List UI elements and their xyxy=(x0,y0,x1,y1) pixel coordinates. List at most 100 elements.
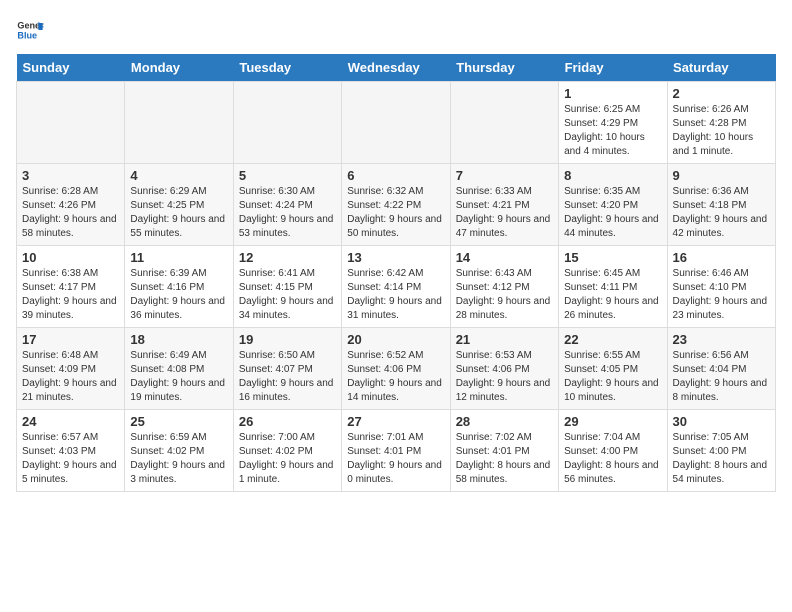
day-cell: 23 Sunrise: 6:56 AM Sunset: 4:04 PM Dayli… xyxy=(667,328,775,410)
day-info: Sunrise: 6:57 AM Sunset: 4:03 PM Dayligh… xyxy=(22,431,119,487)
day-number: 29 xyxy=(564,414,661,429)
week-row-4: 17 Sunrise: 6:48 AM Sunset: 4:09 PM Dayli… xyxy=(17,328,776,410)
day-cell: 24 Sunrise: 6:57 AM Sunset: 4:03 PM Dayli… xyxy=(17,410,125,492)
day-info: Sunrise: 6:56 AM Sunset: 4:04 PM Dayligh… xyxy=(673,349,770,405)
day-number: 24 xyxy=(22,414,119,429)
day-info: Sunrise: 6:32 AM Sunset: 4:22 PM Dayligh… xyxy=(347,185,444,241)
day-info: Sunrise: 7:01 AM Sunset: 4:01 PM Dayligh… xyxy=(347,431,444,487)
day-cell xyxy=(125,82,233,164)
day-cell: 11 Sunrise: 6:39 AM Sunset: 4:16 PM Dayli… xyxy=(125,246,233,328)
day-number: 6 xyxy=(347,168,444,183)
day-cell: 25Sunrise: 6:59 AM Sunset: 4:02 PM Dayli… xyxy=(125,410,233,492)
week-row-1: 1 Sunrise: 6:25 AM Sunset: 4:29 PM Daylig… xyxy=(17,82,776,164)
day-number: 3 xyxy=(22,168,119,183)
day-cell: 29 Sunrise: 7:04 AM Sunset: 4:00 PM Dayli… xyxy=(559,410,667,492)
day-cell: 20 Sunrise: 6:52 AM Sunset: 4:06 PM Dayli… xyxy=(342,328,450,410)
day-cell: 18 Sunrise: 6:49 AM Sunset: 4:08 PM Dayli… xyxy=(125,328,233,410)
day-number: 12 xyxy=(239,250,336,265)
week-row-3: 10 Sunrise: 6:38 AM Sunset: 4:17 PM Dayli… xyxy=(17,246,776,328)
day-cell: 26Sunrise: 7:00 AM Sunset: 4:02 PM Dayli… xyxy=(233,410,341,492)
day-info: Sunrise: 6:48 AM Sunset: 4:09 PM Dayligh… xyxy=(22,349,119,405)
day-info: Sunrise: 6:25 AM Sunset: 4:29 PM Dayligh… xyxy=(564,103,661,159)
day-cell: 22 Sunrise: 6:55 AM Sunset: 4:05 PM Dayli… xyxy=(559,328,667,410)
day-info: Sunrise: 6:55 AM Sunset: 4:05 PM Dayligh… xyxy=(564,349,661,405)
day-info: Sunrise: 6:59 AM Sunset: 4:02 PM Dayligh… xyxy=(130,431,227,487)
day-number: 10 xyxy=(22,250,119,265)
day-info: Sunrise: 6:38 AM Sunset: 4:17 PM Dayligh… xyxy=(22,267,119,323)
col-header-tuesday: Tuesday xyxy=(233,54,341,82)
calendar-table: SundayMondayTuesdayWednesdayThursdayFrid… xyxy=(16,54,776,492)
day-cell: 5 Sunrise: 6:30 AM Sunset: 4:24 PM Daylig… xyxy=(233,164,341,246)
day-info: Sunrise: 6:43 AM Sunset: 4:12 PM Dayligh… xyxy=(456,267,553,323)
day-info: Sunrise: 7:02 AM Sunset: 4:01 PM Dayligh… xyxy=(456,431,553,487)
day-cell: 16 Sunrise: 6:46 AM Sunset: 4:10 PM Dayli… xyxy=(667,246,775,328)
day-number: 7 xyxy=(456,168,553,183)
day-number: 1 xyxy=(564,86,661,101)
day-info: Sunrise: 6:46 AM Sunset: 4:10 PM Dayligh… xyxy=(673,267,770,323)
col-header-friday: Friday xyxy=(559,54,667,82)
day-number: 4 xyxy=(130,168,227,183)
day-info: Sunrise: 6:29 AM Sunset: 4:25 PM Dayligh… xyxy=(130,185,227,241)
col-header-monday: Monday xyxy=(125,54,233,82)
day-number: 2 xyxy=(673,86,770,101)
day-info: Sunrise: 6:45 AM Sunset: 4:11 PM Dayligh… xyxy=(564,267,661,323)
col-header-sunday: Sunday xyxy=(17,54,125,82)
day-number: 5 xyxy=(239,168,336,183)
week-row-2: 3 Sunrise: 6:28 AM Sunset: 4:26 PM Daylig… xyxy=(17,164,776,246)
day-info: Sunrise: 6:52 AM Sunset: 4:06 PM Dayligh… xyxy=(347,349,444,405)
day-number: 15 xyxy=(564,250,661,265)
day-number: 20 xyxy=(347,332,444,347)
day-cell: 28 Sunrise: 7:02 AM Sunset: 4:01 PM Dayli… xyxy=(450,410,558,492)
day-info: Sunrise: 6:50 AM Sunset: 4:07 PM Dayligh… xyxy=(239,349,336,405)
day-number: 23 xyxy=(673,332,770,347)
week-row-5: 24 Sunrise: 6:57 AM Sunset: 4:03 PM Dayli… xyxy=(17,410,776,492)
day-cell: 21 Sunrise: 6:53 AM Sunset: 4:06 PM Dayli… xyxy=(450,328,558,410)
day-cell: 14 Sunrise: 6:43 AM Sunset: 4:12 PM Dayli… xyxy=(450,246,558,328)
day-number: 11 xyxy=(130,250,227,265)
day-cell: 10 Sunrise: 6:38 AM Sunset: 4:17 PM Dayli… xyxy=(17,246,125,328)
day-number: 22 xyxy=(564,332,661,347)
day-info: Sunrise: 6:39 AM Sunset: 4:16 PM Dayligh… xyxy=(130,267,227,323)
day-cell: 19Sunrise: 6:50 AM Sunset: 4:07 PM Dayli… xyxy=(233,328,341,410)
day-cell xyxy=(342,82,450,164)
day-info: Sunrise: 6:30 AM Sunset: 4:24 PM Dayligh… xyxy=(239,185,336,241)
day-number: 28 xyxy=(456,414,553,429)
day-cell: 1 Sunrise: 6:25 AM Sunset: 4:29 PM Daylig… xyxy=(559,82,667,164)
day-cell: 3 Sunrise: 6:28 AM Sunset: 4:26 PM Daylig… xyxy=(17,164,125,246)
day-info: Sunrise: 6:41 AM Sunset: 4:15 PM Dayligh… xyxy=(239,267,336,323)
day-cell: 2 Sunrise: 6:26 AM Sunset: 4:28 PM Daylig… xyxy=(667,82,775,164)
header: General Blue xyxy=(16,16,776,44)
day-cell: 17 Sunrise: 6:48 AM Sunset: 4:09 PM Dayli… xyxy=(17,328,125,410)
day-number: 26 xyxy=(239,414,336,429)
day-number: 13 xyxy=(347,250,444,265)
day-number: 17 xyxy=(22,332,119,347)
day-cell: 6 Sunrise: 6:32 AM Sunset: 4:22 PM Daylig… xyxy=(342,164,450,246)
header-row: SundayMondayTuesdayWednesdayThursdayFrid… xyxy=(17,54,776,82)
logo: General Blue xyxy=(16,16,44,44)
day-info: Sunrise: 6:35 AM Sunset: 4:20 PM Dayligh… xyxy=(564,185,661,241)
day-cell: 27 Sunrise: 7:01 AM Sunset: 4:01 PM Dayli… xyxy=(342,410,450,492)
day-number: 8 xyxy=(564,168,661,183)
day-cell: 7 Sunrise: 6:33 AM Sunset: 4:21 PM Daylig… xyxy=(450,164,558,246)
logo-icon: General Blue xyxy=(16,16,44,44)
day-info: Sunrise: 6:26 AM Sunset: 4:28 PM Dayligh… xyxy=(673,103,770,159)
day-info: Sunrise: 7:05 AM Sunset: 4:00 PM Dayligh… xyxy=(673,431,770,487)
day-cell: 9 Sunrise: 6:36 AM Sunset: 4:18 PM Daylig… xyxy=(667,164,775,246)
day-info: Sunrise: 6:36 AM Sunset: 4:18 PM Dayligh… xyxy=(673,185,770,241)
day-cell: 4 Sunrise: 6:29 AM Sunset: 4:25 PM Daylig… xyxy=(125,164,233,246)
day-cell xyxy=(450,82,558,164)
day-number: 27 xyxy=(347,414,444,429)
day-info: Sunrise: 7:04 AM Sunset: 4:00 PM Dayligh… xyxy=(564,431,661,487)
day-info: Sunrise: 6:49 AM Sunset: 4:08 PM Dayligh… xyxy=(130,349,227,405)
day-number: 21 xyxy=(456,332,553,347)
col-header-thursday: Thursday xyxy=(450,54,558,82)
day-number: 9 xyxy=(673,168,770,183)
day-info: Sunrise: 6:53 AM Sunset: 4:06 PM Dayligh… xyxy=(456,349,553,405)
day-info: Sunrise: 6:28 AM Sunset: 4:26 PM Dayligh… xyxy=(22,185,119,241)
day-number: 16 xyxy=(673,250,770,265)
day-cell: 15 Sunrise: 6:45 AM Sunset: 4:11 PM Dayli… xyxy=(559,246,667,328)
day-info: Sunrise: 6:33 AM Sunset: 4:21 PM Dayligh… xyxy=(456,185,553,241)
day-cell: 8 Sunrise: 6:35 AM Sunset: 4:20 PM Daylig… xyxy=(559,164,667,246)
day-number: 14 xyxy=(456,250,553,265)
day-number: 18 xyxy=(130,332,227,347)
